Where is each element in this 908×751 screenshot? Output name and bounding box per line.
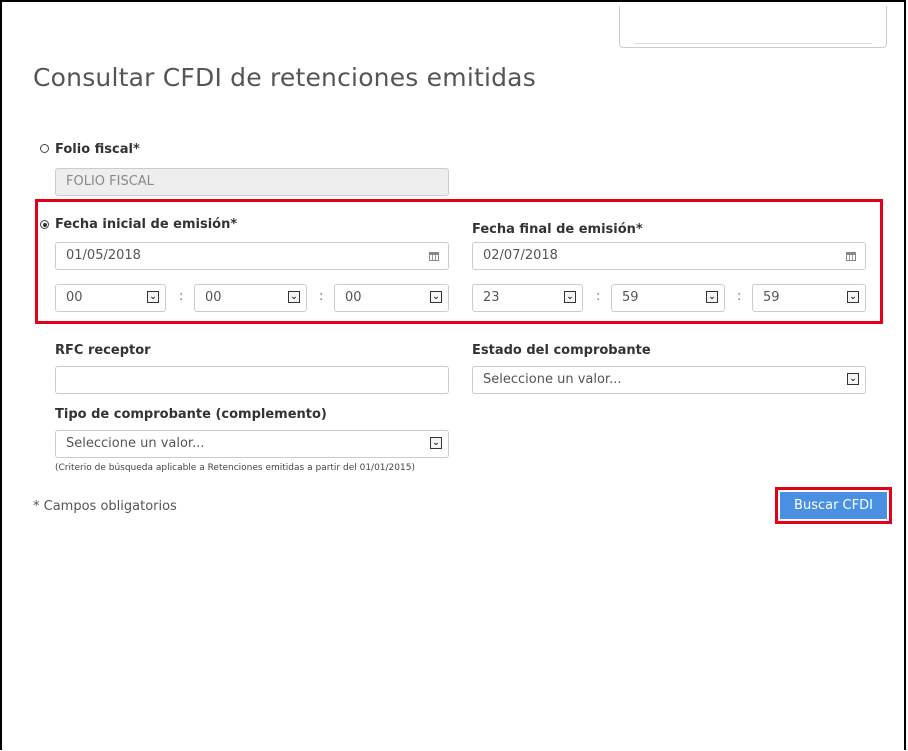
hora-final-value: 23: [483, 290, 500, 305]
tipo-value: Seleccione un valor...: [66, 436, 205, 451]
chevron-down-icon: ⌄: [147, 291, 159, 303]
chevron-down-icon: ⌄: [847, 373, 859, 385]
fecha-final-value: 02/07/2018: [483, 248, 558, 263]
estado-value: Seleccione un valor...: [483, 372, 622, 387]
time-colon: :: [179, 289, 184, 304]
calendar-icon[interactable]: [846, 252, 856, 261]
rfc-receptor-input[interactable]: [55, 366, 449, 394]
folio-label: Folio fiscal*: [55, 142, 140, 157]
calendar-icon[interactable]: [429, 252, 439, 261]
estado-label: Estado del comprobante: [472, 343, 651, 358]
segundo-final-value: 59: [763, 290, 780, 305]
fecha-inicial-value: 01/05/2018: [66, 248, 141, 263]
estado-select[interactable]: Seleccione un valor... ⌄: [472, 366, 866, 394]
fecha-final-input[interactable]: 02/07/2018: [472, 242, 866, 270]
search-button-highlight: Buscar CFDI: [775, 487, 892, 524]
chevron-down-icon: ⌄: [288, 291, 300, 303]
hora-final-select[interactable]: 23 ⌄: [472, 284, 583, 312]
fecha-inicial-label: Fecha inicial de emisión*: [55, 217, 238, 232]
chevron-down-icon: ⌄: [706, 291, 718, 303]
segundo-final-select[interactable]: 59 ⌄: [752, 284, 866, 312]
chevron-down-icon: ⌄: [430, 437, 442, 449]
chevron-down-icon: ⌄: [430, 291, 442, 303]
page-title: Consultar CFDI de retenciones emitidas: [33, 63, 536, 92]
time-colon: :: [596, 289, 601, 304]
top-search-box[interactable]: [619, 6, 887, 48]
tipo-select[interactable]: Seleccione un valor... ⌄: [55, 430, 449, 458]
tipo-note: (Criterio de búsqueda aplicable a Retenc…: [55, 463, 415, 473]
rfc-label: RFC receptor: [55, 343, 151, 358]
minuto-final-select[interactable]: 59 ⌄: [611, 284, 725, 312]
fecha-radio[interactable]: [40, 220, 49, 229]
tipo-label: Tipo de comprobante (complemento): [55, 407, 327, 422]
folio-radio[interactable]: [40, 144, 49, 153]
required-note: * Campos obligatorios: [33, 499, 177, 514]
minuto-inicial-select[interactable]: 00 ⌄: [194, 284, 307, 312]
time-colon: :: [737, 289, 742, 304]
fecha-inicial-input[interactable]: 01/05/2018: [55, 242, 449, 270]
buscar-cfdi-button[interactable]: Buscar CFDI: [780, 492, 887, 519]
segundo-inicial-select[interactable]: 00 ⌄: [334, 284, 449, 312]
fecha-final-label: Fecha final de emisión*: [472, 222, 643, 237]
hora-inicial-select[interactable]: 00 ⌄: [55, 284, 166, 312]
minuto-final-value: 59: [622, 290, 639, 305]
minuto-inicial-value: 00: [205, 290, 222, 305]
folio-fiscal-input[interactable]: FOLIO FISCAL: [55, 168, 449, 196]
time-colon: :: [319, 289, 324, 304]
chevron-down-icon: ⌄: [847, 291, 859, 303]
hora-inicial-value: 00: [66, 290, 83, 305]
segundo-inicial-value: 00: [345, 290, 362, 305]
chevron-down-icon: ⌄: [564, 291, 576, 303]
